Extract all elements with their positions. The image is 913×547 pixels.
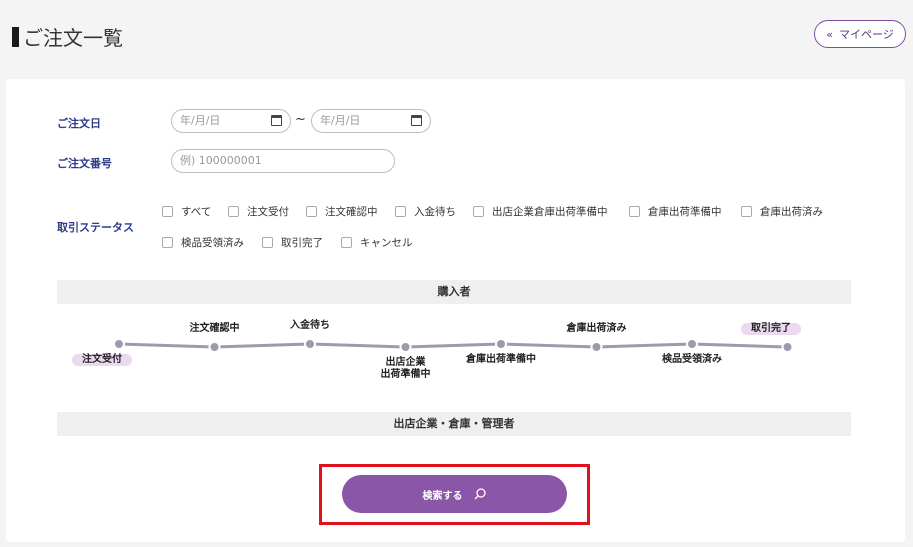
staff-section-header: 出店企業・倉庫・管理者: [57, 412, 851, 436]
flow-step-label: 出店企業 出荷準備中: [380, 357, 431, 380]
flow-step-dot: [781, 341, 794, 353]
flow-connector: [596, 342, 693, 349]
search-button-label: 検索する: [422, 490, 463, 502]
flow-step-dot: [304, 338, 316, 350]
flow-connector: [691, 342, 788, 349]
flow-step-dot: [495, 338, 507, 350]
mypage-label: マイページ: [838, 28, 894, 41]
flow-connector: [405, 342, 502, 349]
flow-connector: [118, 342, 215, 349]
mypage-button[interactable]: « マイページ: [814, 20, 906, 48]
page-title-text: ご注文一覧: [23, 26, 123, 50]
title-marker: [12, 26, 19, 47]
flow-connector: [309, 342, 406, 349]
search-icon: [474, 488, 486, 500]
flow-step-label: 取引完了: [741, 323, 801, 335]
flow-step-dot: [686, 338, 698, 350]
flow-connector: [214, 342, 311, 349]
flow-step-dot: [590, 341, 603, 353]
flow-step-label: 注文受付: [72, 354, 132, 366]
flow-step-label: 入金待ち: [290, 320, 330, 331]
flow-step-dot: [208, 341, 221, 353]
flow-step-label: 倉庫出荷準備中: [466, 354, 536, 365]
flow-step-label: 検品受領済み: [662, 354, 722, 365]
flow-connector: [500, 342, 597, 349]
status-flow-diagram: [113, 338, 794, 353]
flow-step-dot: [113, 338, 125, 350]
page-title: ご注文一覧: [12, 22, 123, 51]
search-button[interactable]: 検索する: [342, 475, 567, 513]
flow-step-dot: [399, 341, 412, 353]
flow-step-label: 倉庫出荷済み: [566, 323, 627, 334]
double-chevron-left-icon: «: [826, 27, 833, 41]
flow-step-label: 注文確認中: [189, 323, 240, 334]
